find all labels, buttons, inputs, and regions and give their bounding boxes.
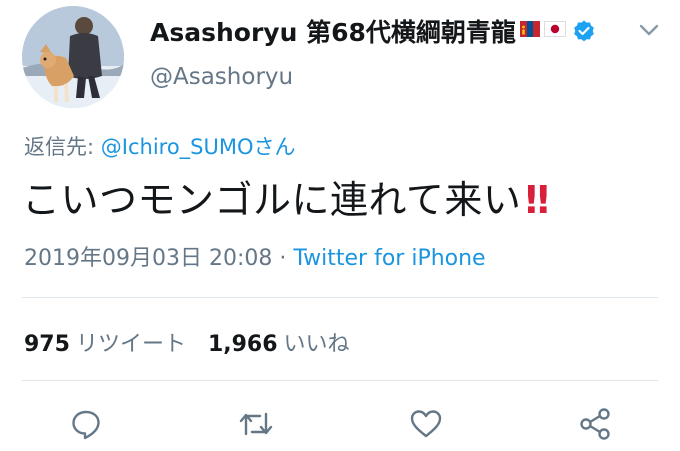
- mongolia-flag-icon: [519, 20, 540, 42]
- share-button[interactable]: [576, 405, 614, 443]
- reply-button[interactable]: [67, 405, 105, 443]
- chevron-down-icon[interactable]: [637, 20, 661, 44]
- reply-icon: [72, 410, 100, 440]
- meta-separator: ·: [272, 246, 294, 271]
- user-handle[interactable]: @Asashoryu: [150, 64, 293, 90]
- reply-mention-link[interactable]: @Ichiro_SUMOさん: [101, 135, 296, 159]
- like-label: いいね: [283, 332, 350, 357]
- retweet-label: リツイート: [75, 332, 186, 357]
- display-name[interactable]: Asashoryu 第68代横綱朝青龍: [150, 13, 516, 49]
- tweet-meta: 2019年09月03日 20:08 · Twitter for iPhone: [24, 240, 486, 272]
- like-stat[interactable]: 1,966 いいね: [208, 332, 350, 357]
- share-icon: [580, 408, 610, 440]
- japan-flag-icon: [543, 20, 566, 42]
- like-icon: [410, 410, 442, 438]
- retweet-stat[interactable]: 975 リツイート: [24, 332, 186, 357]
- divider: [22, 297, 658, 298]
- retweet-icon: [239, 412, 273, 436]
- tweet-body: こいつモンゴルに連れて来い: [22, 178, 522, 222]
- user-name-row[interactable]: Asashoryu 第68代横綱朝青龍: [150, 14, 596, 48]
- retweet-count: 975: [24, 332, 70, 357]
- reply-to-label: 返信先:: [24, 135, 101, 159]
- tweet-source-link[interactable]: Twitter for iPhone: [293, 246, 485, 271]
- reply-context: 返信先: @Ichiro_SUMOさん: [24, 131, 296, 161]
- retweet-button[interactable]: [237, 405, 275, 443]
- verified-badge-icon: [572, 19, 596, 43]
- avatar[interactable]: [22, 6, 124, 108]
- like-button[interactable]: [407, 405, 445, 443]
- double-exclamation-emoji: ‼: [525, 178, 550, 222]
- divider: [22, 380, 658, 381]
- tweet-stats: 975 リツイート 1,966 いいね: [24, 326, 350, 358]
- tweet-timestamp[interactable]: 2019年09月03日 20:08: [24, 246, 272, 271]
- like-count: 1,966: [207, 332, 278, 357]
- tweet-text: こいつモンゴルに連れて来い ‼: [22, 169, 550, 224]
